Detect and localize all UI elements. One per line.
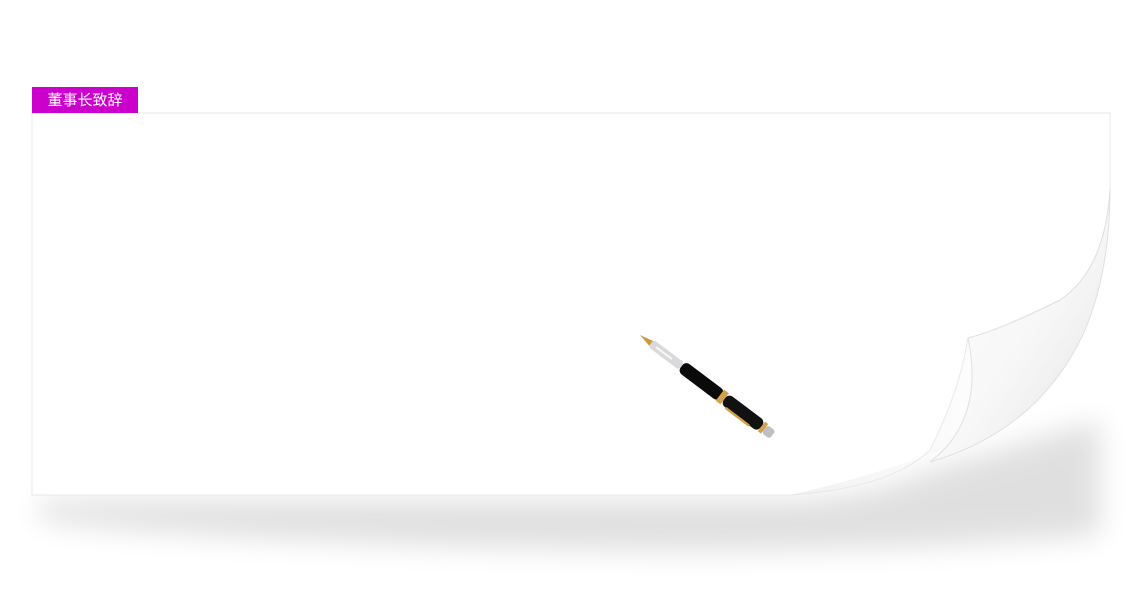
page: 董事长致辞	[0, 0, 1144, 593]
section-title: 董事长致辞	[47, 91, 123, 109]
paper-card	[31, 112, 1111, 551]
section-title-tag: 董事长致辞	[32, 87, 138, 113]
